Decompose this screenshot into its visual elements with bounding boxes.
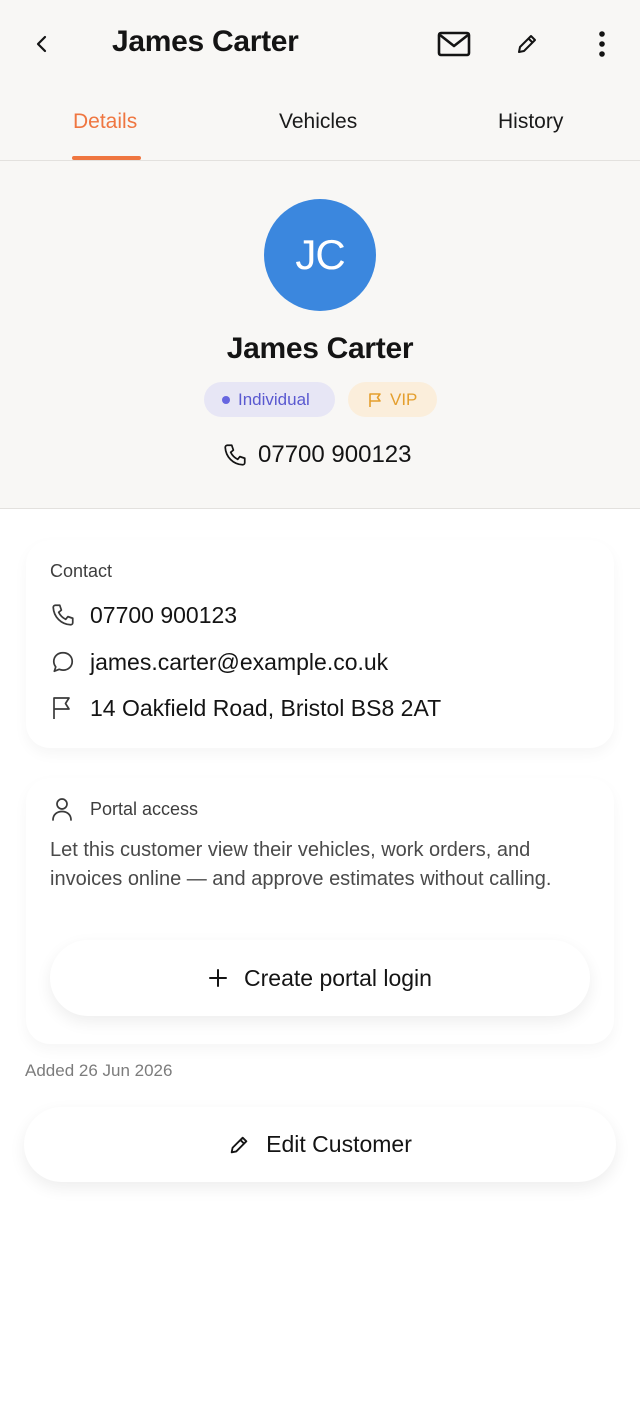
added-date: Added 26 Jun 2026 (25, 1061, 173, 1080)
contact-email-value: james.carter@example.co.uk (90, 648, 389, 675)
message-icon (52, 651, 74, 673)
email-button[interactable] (434, 26, 474, 62)
customer-name: James Carter (226, 332, 414, 365)
contact-card: Contact 07700 900123 james.carter@exampl… (26, 540, 614, 748)
contact-email-row[interactable]: james.carter@example.co.uk (50, 646, 388, 678)
contact-address-value: 14 Oakfield Road, Bristol BS8 2AT (90, 694, 442, 721)
phone-icon (224, 444, 246, 466)
user-icon (52, 798, 72, 821)
dot-icon (222, 395, 230, 404)
portal-access-description: Let this customer view their vehicles, w… (50, 839, 552, 890)
tab-details[interactable]: Details (73, 110, 137, 134)
more-options-button[interactable] (588, 26, 616, 62)
tab-history[interactable]: History (498, 110, 563, 134)
flag-icon (369, 392, 381, 407)
pencil-icon (518, 35, 536, 53)
contact-phone-value: 07700 900123 (90, 601, 238, 628)
edit-customer-button[interactable]: Edit Customer (24, 1107, 616, 1182)
plus-icon (209, 969, 228, 987)
customer-type-badge: Individual (204, 382, 335, 417)
phone-icon (52, 604, 74, 626)
chevron-left-icon (36, 35, 47, 53)
edit-button[interactable] (508, 26, 546, 62)
profile-phone-number: 07700 900123 (258, 441, 412, 468)
active-tab-indicator (72, 156, 141, 160)
back-button[interactable] (26, 26, 58, 62)
mail-icon (437, 31, 471, 57)
more-vertical-icon (599, 31, 605, 57)
contact-phone-row[interactable]: 07700 900123 (50, 599, 237, 631)
customer-type-label: Individual (238, 389, 310, 409)
avatar: JC (264, 199, 376, 311)
portal-access-header: Portal access (50, 795, 198, 823)
top-app-bar: James Carter (0, 0, 640, 90)
page-title: James Carter (112, 25, 299, 58)
tab-bar: Details Vehicles History (0, 90, 640, 161)
pencil-icon (230, 1136, 248, 1153)
flag-icon (53, 697, 70, 719)
vip-badge: VIP (348, 382, 437, 417)
create-portal-login-label: Create portal login (244, 964, 432, 991)
portal-access-card: Portal access Let this customer view the… (26, 778, 614, 1044)
tab-vehicles[interactable]: Vehicles (279, 110, 357, 134)
edit-customer-label: Edit Customer (266, 1131, 412, 1157)
contact-address-row[interactable]: 14 Oakfield Road, Bristol BS8 2AT (50, 692, 441, 724)
contact-section-label: Contact (50, 561, 113, 581)
vip-label: VIP (390, 389, 418, 409)
create-portal-login-button[interactable]: Create portal login (50, 940, 590, 1016)
profile-phone[interactable]: 07700 900123 (222, 438, 412, 472)
portal-access-label: Portal access (90, 798, 199, 819)
profile-header: JC James Carter Individual VIP 07700 900… (0, 161, 640, 509)
